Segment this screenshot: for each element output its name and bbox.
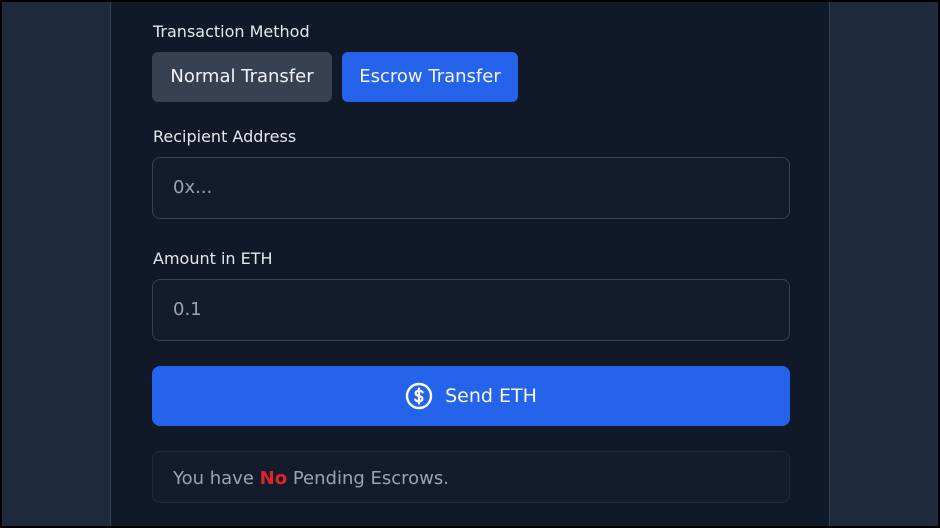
recipient-address-label: Recipient Address <box>153 127 297 146</box>
pending-escrows-status: You have No Pending Escrows. <box>152 451 790 503</box>
send-eth-button[interactable]: Send ETH <box>152 366 790 426</box>
dollar-circle-icon <box>405 382 433 410</box>
amount-label: Amount in ETH <box>153 249 273 268</box>
status-suffix: Pending Escrows. <box>292 468 449 489</box>
status-emphasis: No <box>259 468 288 489</box>
amount-input[interactable]: 0.1 <box>152 279 790 341</box>
normal-transfer-button[interactable]: Normal Transfer <box>152 52 332 102</box>
transfer-panel: Transaction Method Normal Transfer Escro… <box>110 2 830 526</box>
escrow-transfer-button[interactable]: Escrow Transfer <box>342 52 518 102</box>
send-eth-label: Send ETH <box>445 385 537 407</box>
app-frame: Transaction Method Normal Transfer Escro… <box>0 0 940 528</box>
amount-placeholder: 0.1 <box>173 299 202 320</box>
recipient-address-input[interactable]: 0x... <box>152 157 790 219</box>
transaction-method-label: Transaction Method <box>153 22 310 41</box>
recipient-address-placeholder: 0x... <box>173 177 213 198</box>
status-prefix: You have <box>173 468 254 489</box>
